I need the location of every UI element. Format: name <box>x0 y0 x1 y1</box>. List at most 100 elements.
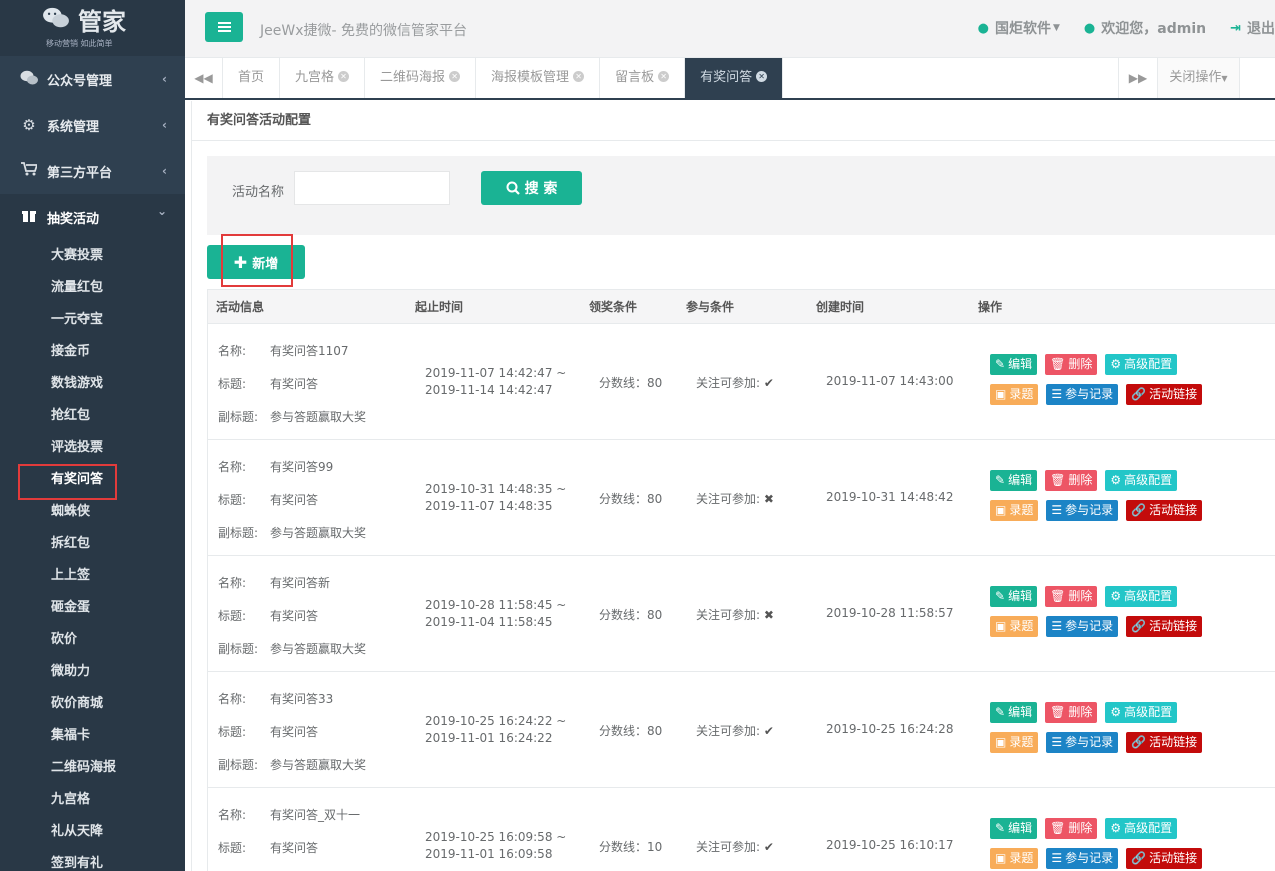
advanced-config-button[interactable]: ⚙ 高级配置 <box>1105 586 1178 607</box>
sidebar-item[interactable]: 大赛投票 <box>0 240 185 272</box>
nav-third-party[interactable]: 第三方平台 ‹ <box>0 148 185 194</box>
time-range: 2019-10-25 16:24:22 ~ 2019-11-01 16:24:22 <box>425 713 566 747</box>
edit-button[interactable]: ✎ 编辑 <box>990 354 1038 375</box>
sidebar-item[interactable]: 砸金蛋 <box>0 592 185 624</box>
tab-label: 九宫格 <box>295 70 335 85</box>
activity-link-button[interactable]: 🔗 活动链接 <box>1126 616 1203 637</box>
close-icon[interactable]: ✕ <box>449 71 461 82</box>
search-button[interactable]: 搜 索 <box>481 171 582 205</box>
join-records-button[interactable]: ☰ 参与记录 <box>1046 732 1119 753</box>
award-condition: 分数线：80 <box>599 492 663 506</box>
gears-icon: ⚙ <box>1110 473 1122 487</box>
sidebar-item[interactable]: 二维码海报 <box>0 752 185 784</box>
col-header: 创建时间 <box>816 300 865 314</box>
activity-link-button[interactable]: 🔗 活动链接 <box>1126 848 1203 869</box>
tab-message-board[interactable]: 留言板 ✕ <box>600 58 686 98</box>
join-label: 关注可参加: <box>696 724 761 738</box>
record-questions-button[interactable]: ▣ 录题 <box>990 848 1039 869</box>
delete-button[interactable]: 🗑 删除 <box>1045 470 1098 491</box>
close-icon[interactable]: ✕ <box>573 71 585 82</box>
logout-link[interactable]: ⇥ 退出 <box>1230 18 1275 38</box>
sidebar-item[interactable]: 接金币 <box>0 336 185 368</box>
advanced-config-button[interactable]: ⚙ 高级配置 <box>1105 702 1178 723</box>
join-records-button[interactable]: ☰ 参与记录 <box>1046 500 1119 521</box>
user-welcome[interactable]: ● 欢迎您，admin <box>1084 18 1206 38</box>
sidebar-item[interactable]: 礼从天降 <box>0 816 185 848</box>
sidebar-item[interactable]: 抢红包 <box>0 400 185 432</box>
sidebar-item[interactable]: 签到有礼 <box>0 848 185 871</box>
activity-link-button[interactable]: 🔗 活动链接 <box>1126 732 1203 753</box>
sidebar-item[interactable]: 九宫格 <box>0 784 185 816</box>
sidebar-item-quiz[interactable]: 有奖问答 <box>0 464 185 500</box>
delete-button[interactable]: 🗑 删除 <box>1045 354 1098 375</box>
close-icon[interactable]: ✕ <box>658 71 670 82</box>
nav-public-account[interactable]: 公众号管理 ‹ <box>0 56 185 102</box>
info-title: 标题: 有奖问答 <box>218 723 318 740</box>
join-records-button[interactable]: ☰ 参与记录 <box>1046 848 1119 869</box>
activity-name-input[interactable] <box>294 171 450 205</box>
tab-scroll-left-button[interactable]: ◀◀ <box>185 58 223 98</box>
row-actions: ✎ 编辑 🗑 删除 ⚙ 高级配置 ▣ 录题 ☰ 参与记录 🔗 活动链接 <box>990 354 1203 414</box>
nav-lottery[interactable]: 抽奖活动 ⌄ <box>0 194 185 240</box>
chevron-left-icon: ‹ <box>162 118 167 132</box>
advanced-config-button[interactable]: ⚙ 高级配置 <box>1105 354 1178 375</box>
tab-jiugongge[interactable]: 九宫格 ✕ <box>280 58 366 98</box>
tab-poster-template[interactable]: 海报模板管理 ✕ <box>476 58 601 98</box>
activity-link-button[interactable]: 🔗 活动链接 <box>1126 384 1203 405</box>
tab-qrcode-poster[interactable]: 二维码海报 ✕ <box>365 58 477 98</box>
tab-scroll-right-button[interactable]: ▶▶ <box>1118 58 1158 98</box>
row-actions: ✎ 编辑 🗑 删除 ⚙ 高级配置 ▣ 录题 ☰ 参与记录 🔗 活动链接 <box>990 702 1203 762</box>
join-records-button[interactable]: ☰ 参与记录 <box>1046 616 1119 637</box>
topbar: JeeWx捷微- 免费的微信管家平台 ● 国炬软件 ▼ ● 欢迎您，admin ⇥ 退出 <box>185 0 1275 58</box>
sidebar-item[interactable]: 砍价 <box>0 624 185 656</box>
end-time: 2019-11-07 14:48:35 <box>425 499 553 513</box>
join-records-button[interactable]: ☰ 参与记录 <box>1046 384 1119 405</box>
activity-link-button[interactable]: 🔗 活动链接 <box>1126 500 1203 521</box>
edit-button[interactable]: ✎ 编辑 <box>990 586 1038 607</box>
sidebar-item[interactable]: 数钱游戏 <box>0 368 185 400</box>
record-questions-button[interactable]: ▣ 录题 <box>990 384 1039 405</box>
tab-quiz[interactable]: 有奖问答 ✕ <box>685 58 784 98</box>
sidebar-item[interactable]: 一元夺宝 <box>0 304 185 336</box>
record-questions-button[interactable]: ▣ 录题 <box>990 616 1039 637</box>
activity-table: 活动信息 起止时间 领奖条件 参与条件 创建时间 操作 名称: 有奖问答1107 … <box>207 289 1275 871</box>
edit-button[interactable]: ✎ 编辑 <box>990 702 1038 723</box>
save-icon: ▣ <box>995 851 1007 865</box>
time-range: 2019-10-31 14:48:35 ~ 2019-11-07 14:48:35 <box>425 481 566 515</box>
join-condition: 关注可参加: ✔ <box>696 374 774 391</box>
add-button[interactable]: ✚ 新增 <box>207 245 305 279</box>
tabs: 首页 九宫格 ✕ 二维码海报 ✕ 海报模板管理 ✕ 留言板 ✕ 有奖问答 ✕ <box>223 58 784 98</box>
close-operations-dropdown[interactable]: 关闭操作▼ <box>1158 58 1240 98</box>
company-dropdown[interactable]: ● 国炬软件 ▼ <box>978 18 1060 38</box>
tab-home[interactable]: 首页 <box>223 58 281 98</box>
advanced-config-button[interactable]: ⚙ 高级配置 <box>1105 818 1178 839</box>
delete-label: 删除 <box>1068 473 1093 487</box>
edit-button[interactable]: ✎ 编辑 <box>990 818 1038 839</box>
sidebar-item[interactable]: 微助力 <box>0 656 185 688</box>
nav-system[interactable]: ⚙ 系统管理 ‹ <box>0 102 185 148</box>
sidebar-item[interactable]: 上上签 <box>0 560 185 592</box>
record-questions-button[interactable]: ▣ 录题 <box>990 732 1039 753</box>
log-label: 参与记录 <box>1065 851 1114 865</box>
close-icon[interactable]: ✕ <box>338 71 350 82</box>
info-subtitle: 副标题: 参与答题赢取大奖 <box>218 408 366 425</box>
sidebar-item[interactable]: 流量红包 <box>0 272 185 304</box>
advanced-config-button[interactable]: ⚙ 高级配置 <box>1105 470 1178 491</box>
activity-title: 有奖问答 <box>270 609 319 623</box>
info-name: 名称: 有奖问答_双十一 <box>218 806 360 823</box>
edit-button[interactable]: ✎ 编辑 <box>990 470 1038 491</box>
sidebar-item[interactable]: 集福卡 <box>0 720 185 752</box>
delete-button[interactable]: 🗑 删除 <box>1045 586 1098 607</box>
sidebar-item[interactable]: 蜘蛛侠 <box>0 496 185 528</box>
menu-toggle-button[interactable] <box>205 12 243 42</box>
created-time: 2019-11-07 14:43:00 <box>826 374 954 388</box>
activity-name: 有奖问答1107 <box>270 344 349 358</box>
delete-label: 删除 <box>1068 821 1093 835</box>
delete-button[interactable]: 🗑 删除 <box>1045 818 1098 839</box>
sidebar-item[interactable]: 评选投票 <box>0 432 185 464</box>
sidebar-item[interactable]: 砍价商城 <box>0 688 185 720</box>
close-icon[interactable]: ✕ <box>756 71 768 82</box>
delete-button[interactable]: 🗑 删除 <box>1045 702 1098 723</box>
record-questions-button[interactable]: ▣ 录题 <box>990 500 1039 521</box>
sidebar-item[interactable]: 拆红包 <box>0 528 185 560</box>
